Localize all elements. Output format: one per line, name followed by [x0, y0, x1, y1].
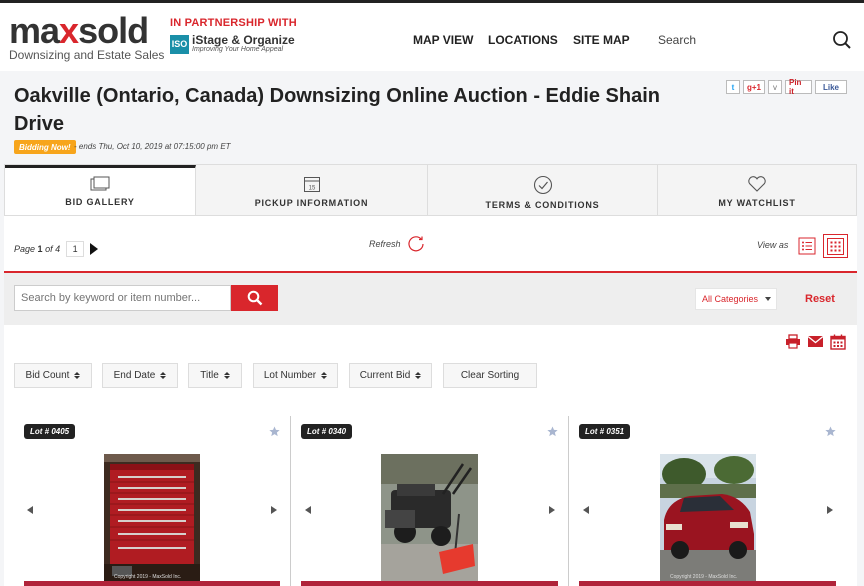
iso-badge: ISO [170, 34, 189, 54]
tab-label: PICKUP INFORMATION [254, 198, 369, 208]
search-submit-button[interactable] [231, 285, 278, 311]
sort-label: Title [200, 370, 219, 381]
search-icon[interactable] [832, 30, 852, 55]
card-divider [290, 416, 291, 586]
auction-tabs: BID GALLERY 15 PICKUP INFORMATION TERMS … [4, 164, 857, 216]
auction-title: Oakville (Ontario, Canada) Downsizing On… [14, 85, 660, 135]
status-badge: Bidding Now! [14, 140, 76, 154]
previous-image-icon[interactable] [583, 506, 589, 514]
lot-number-badge: Lot # 0405 [24, 424, 76, 439]
sort-lot-number-button[interactable]: Lot Number [253, 363, 338, 388]
sort-end-date-button[interactable]: End Date [102, 363, 178, 388]
clear-sorting-button[interactable]: Clear Sorting [443, 363, 537, 388]
next-image-icon[interactable] [827, 506, 833, 514]
previous-image-icon[interactable] [27, 506, 33, 514]
card-divider [568, 416, 569, 586]
next-page-icon[interactable] [90, 243, 99, 255]
facebook-like-button[interactable]: Like [815, 80, 847, 94]
lot-number-badge: Lot # 0351 [579, 424, 631, 439]
calendar-icon: 15 [303, 177, 320, 192]
maxsold-logo[interactable]: maxsold Downsizing and Estate Sales [9, 10, 165, 63]
sort-bid-count-button[interactable]: Bid Count [14, 363, 92, 388]
category-select[interactable]: All Categories [695, 288, 777, 310]
sort-current-bid-button[interactable]: Current Bid [349, 363, 432, 388]
page-number-input[interactable]: 1 [66, 241, 85, 257]
watchlist-star-icon[interactable] [547, 424, 558, 442]
list-view-icon[interactable] [797, 237, 817, 255]
photo-copyright: Copyright 2019 - MaxSold Inc. [670, 574, 738, 580]
gallery-icon [90, 176, 110, 191]
header-search-label[interactable]: Search [658, 33, 696, 47]
tab-my-watchlist[interactable]: MY WATCHLIST [658, 165, 856, 215]
page-of: of [45, 244, 53, 254]
sort-label: Current Bid [359, 370, 411, 381]
sort-arrows-icon [415, 372, 422, 379]
istage-logo[interactable]: ISO iStage & Organize Improving Your Hom… [170, 34, 297, 54]
twitter-share-button[interactable]: t [726, 80, 740, 94]
site-header: maxsold Downsizing and Estate Sales IN P… [0, 3, 864, 71]
calendar-add-icon[interactable] [830, 334, 846, 355]
sort-arrows-icon [321, 372, 328, 379]
print-icon[interactable] [785, 334, 801, 354]
logo-tagline: Downsizing and Estate Sales [9, 48, 165, 62]
nav-locations[interactable]: LOCATIONS [488, 33, 558, 47]
refresh-icon [407, 236, 424, 252]
lot-card-footer [579, 581, 836, 586]
sort-title-button[interactable]: Title [188, 363, 242, 388]
page-prefix: Page [14, 244, 36, 254]
sort-label: Bid Count [25, 370, 70, 381]
gplus-share-button[interactable]: g+1 [743, 80, 765, 94]
refresh-label: Refresh [369, 239, 401, 249]
tab-bid-gallery[interactable]: BID GALLERY [5, 165, 196, 215]
lot-photo[interactable] [104, 454, 200, 581]
tab-pickup-information[interactable]: 15 PICKUP INFORMATION [196, 165, 428, 215]
partner-block: IN PARTNERSHIP WITH ISO iStage & Organiz… [170, 17, 297, 54]
partner-label: IN PARTNERSHIP WITH [170, 17, 297, 29]
tab-terms-conditions[interactable]: TERMS & CONDITIONS [428, 165, 658, 215]
grid-view-icon[interactable] [823, 234, 848, 258]
pagination: Page 1 of 4 1 [14, 241, 99, 257]
lot-photo[interactable] [660, 454, 756, 581]
calendar-day: 15 [308, 186, 315, 192]
search-icon [247, 290, 262, 306]
chevron-down-icon [765, 297, 772, 301]
sort-label: End Date [113, 370, 156, 381]
watchlist-star-icon[interactable] [825, 424, 836, 442]
keyword-search-input[interactable] [14, 285, 231, 311]
logo-wordmark: maxsold [9, 10, 149, 51]
nav-map-view[interactable]: MAP VIEW [413, 33, 473, 47]
lot-photo[interactable] [381, 454, 478, 581]
sort-arrows-icon [74, 372, 81, 379]
partner-name: iStage & Organize [192, 33, 295, 47]
current-page: 1 [37, 244, 43, 254]
next-image-icon[interactable] [549, 506, 555, 514]
sort-arrows-icon [160, 372, 167, 379]
more-share-button[interactable]: v [768, 80, 782, 94]
tab-label: BID GALLERY [65, 197, 135, 207]
reset-button[interactable]: Reset [805, 293, 835, 305]
previous-image-icon[interactable] [305, 506, 311, 514]
check-circle-icon [533, 175, 552, 195]
heart-icon [748, 176, 766, 192]
sort-label: Lot Number [263, 370, 317, 381]
photo-copyright: Copyright 2019 - MaxSold Inc. [114, 574, 182, 580]
refresh-button[interactable]: Refresh [369, 235, 427, 253]
lot-card-footer [24, 581, 280, 586]
total-pages: 4 [55, 244, 61, 254]
partner-sub: Improving Your Home Appeal [192, 46, 284, 53]
tab-label: TERMS & CONDITIONS [485, 200, 600, 210]
email-icon[interactable] [807, 334, 824, 354]
view-as-label: View as [757, 240, 789, 250]
sort-arrows-icon [223, 372, 230, 379]
social-share: t g+1 v Pin it Like [726, 78, 847, 96]
auction-end-time: - ends Thu, Oct 10, 2019 at 07:15:00 pm … [74, 142, 231, 151]
watchlist-star-icon[interactable] [269, 424, 280, 442]
next-image-icon[interactable] [271, 506, 277, 514]
nav-site-map[interactable]: SITE MAP [573, 33, 630, 47]
tab-label: MY WATCHLIST [718, 198, 796, 208]
lot-number-badge: Lot # 0340 [301, 424, 353, 439]
category-selected: All Categories [702, 294, 759, 304]
pinterest-share-button[interactable]: Pin it [785, 78, 812, 96]
lot-card-footer [301, 581, 558, 586]
